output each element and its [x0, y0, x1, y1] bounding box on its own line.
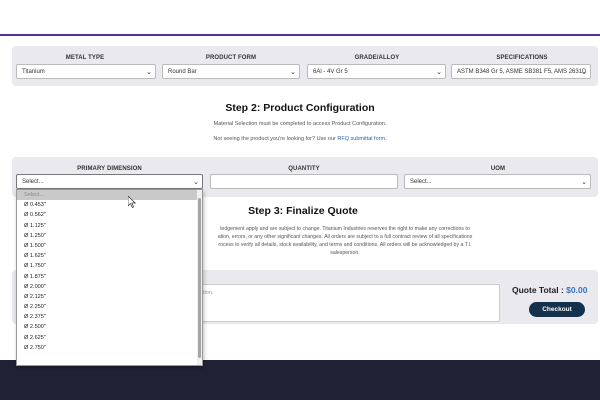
- rfq-notice-prefix: Not seeing the product you're looking fo…: [213, 136, 338, 142]
- chevron-down-icon: ⌄: [436, 69, 442, 76]
- quantity-label: QUANTITY: [288, 166, 320, 172]
- rfq-notice-suffix: .: [385, 136, 387, 142]
- step2-title: Step 2: Product Configuration: [225, 102, 375, 114]
- chevron-down-icon: ⌄: [193, 179, 199, 186]
- comments-textarea[interactable]: ation.: [195, 284, 500, 322]
- dropdown-option[interactable]: Select...: [17, 190, 202, 201]
- dropdown-option[interactable]: Ø 1.750": [17, 261, 202, 271]
- uom-value: Select...: [410, 179, 432, 185]
- terms-disclaimer: ledgement apply and are subject to chang…: [195, 225, 495, 257]
- dropdown-option[interactable]: Ø 2.250": [17, 302, 202, 312]
- metal-type-select[interactable]: Titanium ⌄: [16, 64, 156, 79]
- dropdown-option[interactable]: Ø 1.125": [17, 221, 202, 231]
- checkout-button[interactable]: Checkout: [529, 302, 585, 317]
- top-header-bar: [0, 0, 600, 36]
- dropdown-option[interactable]: Ø 2.000": [17, 282, 202, 292]
- product-form-select[interactable]: Round Bar ⌄: [162, 64, 300, 79]
- product-form-label: PRODUCT FORM: [205, 55, 257, 61]
- specifications-label: SPECIFICATIONS: [496, 55, 548, 61]
- dropdown-scrollbar[interactable]: [197, 190, 202, 365]
- primary-dimension-label: PRIMARY DIMENSION: [77, 166, 142, 172]
- scrollbar-thumb[interactable]: [198, 198, 201, 358]
- metal-type-label: METAL TYPE: [65, 55, 105, 61]
- disclaimer-line: ation, errors, or any other significant …: [217, 234, 473, 240]
- uom-select[interactable]: Select... ⌄: [404, 174, 591, 189]
- grade-alloy-select[interactable]: 6Al - 4V Gr 5 ⌄: [307, 64, 446, 79]
- dropdown-option[interactable]: Ø 2.500": [17, 322, 202, 332]
- dropdown-option[interactable]: Ø 0.562": [17, 210, 202, 220]
- chevron-down-icon: ⌄: [290, 69, 296, 76]
- specifications-value: ASTM B348 Gr 5, ASME SB381 F5, AMS 2631D: [457, 69, 587, 75]
- quote-total-amount: $0.00: [566, 285, 588, 295]
- dropdown-options: Select... Ø 0.453" Ø 0.562" Ø 1.125" Ø 1.250…: [17, 190, 202, 353]
- uom-label: UOM: [490, 166, 506, 172]
- chevron-down-icon: ⌄: [581, 69, 587, 76]
- dropdown-option[interactable]: Ø 1.875": [17, 272, 202, 282]
- primary-dimension-dropdown[interactable]: Select... Ø 0.453" Ø 0.562" Ø 1.125" Ø 1.250…: [16, 189, 203, 366]
- rfq-notice: Not seeing the product you're looking fo…: [0, 136, 600, 142]
- disclaimer-line: rocess to verify all details, stock avai…: [218, 242, 472, 248]
- mouse-cursor-icon: [128, 196, 136, 208]
- dropdown-option[interactable]: Ø 2.750": [17, 343, 202, 353]
- dropdown-option[interactable]: Ø 2.625": [17, 333, 202, 343]
- product-form-value: Round Bar: [168, 69, 197, 75]
- step2-notice: Material Selection must be completed to …: [213, 121, 387, 127]
- dropdown-option[interactable]: Ø 1.500": [17, 241, 202, 251]
- metal-type-value: Titanium: [22, 69, 45, 75]
- primary-dimension-value: Select...: [22, 179, 44, 185]
- disclaimer-line: ledgement apply and are subject to chang…: [220, 226, 470, 232]
- dropdown-option[interactable]: Ø 0.453": [17, 200, 202, 210]
- disclaimer-line: salesperson.: [330, 250, 360, 256]
- dropdown-option[interactable]: Ø 2.375": [17, 312, 202, 322]
- primary-dimension-select[interactable]: Select... ⌄: [16, 174, 203, 189]
- dropdown-option[interactable]: Ø 1.625": [17, 251, 202, 261]
- page-footer: [0, 360, 600, 400]
- grade-alloy-label: GRADE/ALLOY: [354, 55, 400, 61]
- specifications-select[interactable]: ASTM B348 Gr 5, ASME SB381 F5, AMS 2631D…: [451, 64, 591, 79]
- dropdown-option[interactable]: Ø 2.125": [17, 292, 202, 302]
- dropdown-option[interactable]: Ø 1.250": [17, 231, 202, 241]
- rfq-link[interactable]: RFQ submittal form: [337, 136, 385, 142]
- grade-alloy-value: 6Al - 4V Gr 5: [313, 69, 348, 75]
- chevron-down-icon: ⌄: [146, 69, 152, 76]
- quote-total: Quote Total : $0.00: [512, 285, 587, 295]
- quote-total-label: Quote Total :: [512, 285, 567, 295]
- chevron-down-icon: ⌄: [581, 179, 587, 186]
- quantity-input[interactable]: [210, 174, 398, 189]
